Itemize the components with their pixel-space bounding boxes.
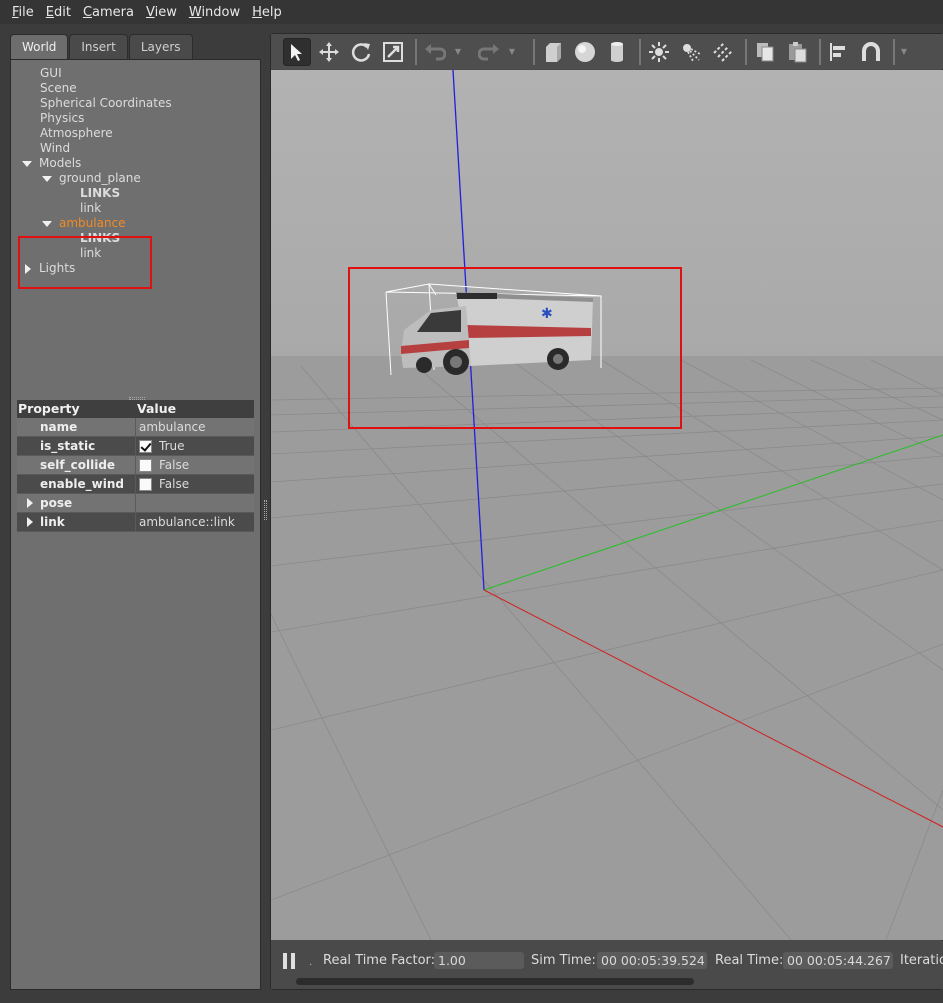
- property-value: [136, 494, 254, 512]
- rtf-field: 1.00: [434, 952, 524, 969]
- property-key: enable_wind: [17, 475, 136, 493]
- left-panel: World Insert Layers GUI Scene Spherical …: [10, 34, 261, 990]
- expand-arrow-icon[interactable]: [22, 160, 32, 167]
- pause-icon[interactable]: [283, 953, 297, 969]
- property-value: ambulance::link: [139, 515, 235, 529]
- property-row-name[interactable]: name ambulance: [17, 418, 254, 437]
- property-value[interactable]: ambulance: [136, 418, 254, 436]
- rotate-icon[interactable]: [347, 38, 375, 66]
- property-row-pose[interactable]: pose: [17, 494, 254, 513]
- chevron-down-icon[interactable]: ▼: [507, 47, 517, 56]
- ground-plane: [271, 356, 943, 940]
- paste-icon[interactable]: [783, 38, 811, 66]
- property-row-enable-wind[interactable]: enable_wind False: [17, 475, 254, 494]
- property-header: Property Value: [17, 400, 254, 418]
- tree-item-wind[interactable]: Wind: [40, 141, 70, 156]
- is-static-checkbox[interactable]: [139, 439, 152, 453]
- expand-arrow-icon[interactable]: [27, 498, 33, 508]
- translate-icon[interactable]: [315, 38, 343, 66]
- property-value: False: [159, 458, 190, 472]
- expand-arrow-icon[interactable]: [27, 517, 33, 527]
- chevron-down-icon[interactable]: ▼: [453, 47, 463, 56]
- world-panel: GUI Scene Spherical Coordinates Physics …: [10, 59, 261, 990]
- tree-item-gp-link[interactable]: link: [80, 201, 101, 216]
- sky: [271, 70, 943, 358]
- highlight-box: [18, 236, 152, 289]
- iterations-label: Iteratio: [900, 953, 943, 968]
- 3d-viewport[interactable]: ✱: [271, 70, 943, 940]
- toolbar: ▼ ▼ ▼: [271, 34, 943, 69]
- redo-icon[interactable]: [475, 38, 503, 66]
- toolbar-separator: [533, 38, 535, 65]
- menu-file[interactable]: File: [6, 5, 40, 20]
- select-icon[interactable]: [283, 37, 311, 66]
- real-time-label: Real Time:: [715, 953, 784, 968]
- toolbar-separator: [639, 38, 641, 65]
- box-icon[interactable]: [539, 38, 567, 66]
- tree-item-physics[interactable]: Physics: [40, 111, 84, 126]
- tab-insert[interactable]: Insert: [69, 34, 128, 60]
- menu-bar: File Edit Camera View Window Help: [0, 0, 943, 24]
- spot-light-icon[interactable]: [677, 38, 705, 66]
- property-key: link: [40, 515, 65, 529]
- tree-item-ambulance[interactable]: ambulance: [42, 216, 126, 231]
- property-table: Property Value name ambulance is_static …: [17, 400, 254, 532]
- svg-text:✱: ✱: [541, 306, 553, 322]
- sphere-icon[interactable]: [571, 38, 599, 66]
- real-time-field: 00 00:05:44.267: [783, 952, 893, 969]
- undo-icon[interactable]: [421, 38, 449, 66]
- sim-time-label: Sim Time:: [531, 953, 596, 968]
- toolbar-separator: [893, 38, 895, 65]
- sim-time-field: 00 00:05:39.524: [597, 952, 707, 969]
- property-key: self_collide: [17, 456, 136, 474]
- tree-item-spherical-coordinates[interactable]: Spherical Coordinates: [40, 96, 172, 111]
- expand-arrow-icon[interactable]: [42, 220, 52, 227]
- scale-icon[interactable]: [379, 38, 407, 66]
- directional-light-icon[interactable]: [709, 38, 737, 66]
- header-value[interactable]: Value: [136, 400, 176, 418]
- property-row-is-static[interactable]: is_static True: [17, 437, 254, 456]
- toolbar-separator: [745, 38, 747, 65]
- tab-world[interactable]: World: [10, 34, 69, 60]
- snap-icon[interactable]: [857, 38, 885, 66]
- tree-item-ground-plane[interactable]: ground_plane: [42, 171, 141, 186]
- menu-help[interactable]: Help: [246, 5, 288, 20]
- property-key: pose: [40, 496, 73, 510]
- property-row-link[interactable]: link ambulance::link: [17, 513, 254, 532]
- point-light-icon[interactable]: [645, 38, 673, 66]
- tree-item-scene[interactable]: Scene: [40, 81, 77, 96]
- step-icon[interactable]: .: [309, 957, 312, 968]
- scene-render: ✱: [271, 70, 943, 940]
- tree-item-atmosphere[interactable]: Atmosphere: [40, 126, 113, 141]
- menu-window[interactable]: Window: [183, 5, 246, 20]
- panel-tabs: World Insert Layers: [10, 34, 194, 60]
- tree-item-gui[interactable]: GUI: [40, 66, 62, 81]
- self-collide-checkbox[interactable]: [139, 458, 152, 472]
- menu-edit[interactable]: Edit: [40, 5, 77, 20]
- copy-icon[interactable]: [751, 38, 779, 66]
- menu-camera[interactable]: Camera: [77, 5, 140, 20]
- property-value: False: [159, 477, 190, 491]
- property-key: name: [17, 418, 136, 436]
- rtf-label: Real Time Factor:: [323, 953, 436, 968]
- dock-splitter[interactable]: [264, 500, 267, 520]
- status-bar: . Real Time Factor: 1.00 Sim Time: 00 00…: [271, 941, 943, 989]
- expand-arrow-icon[interactable]: [42, 175, 52, 182]
- tree-item-models[interactable]: Models: [22, 156, 81, 171]
- chevron-down-icon[interactable]: ▼: [899, 47, 909, 56]
- menu-view[interactable]: View: [140, 5, 183, 20]
- toolbar-separator: [819, 38, 821, 65]
- tree-item-gp-links[interactable]: LINKS: [80, 186, 120, 201]
- header-property[interactable]: Property: [17, 400, 136, 418]
- cylinder-icon[interactable]: [603, 38, 631, 66]
- toolbar-separator: [415, 38, 417, 65]
- enable-wind-checkbox[interactable]: [139, 477, 152, 491]
- property-value: True: [159, 439, 185, 453]
- align-icon[interactable]: [825, 38, 853, 66]
- property-row-self-collide[interactable]: self_collide False: [17, 456, 254, 475]
- tab-layers[interactable]: Layers: [128, 34, 193, 60]
- horizontal-scrollbar[interactable]: [296, 978, 694, 985]
- property-key: is_static: [17, 437, 136, 455]
